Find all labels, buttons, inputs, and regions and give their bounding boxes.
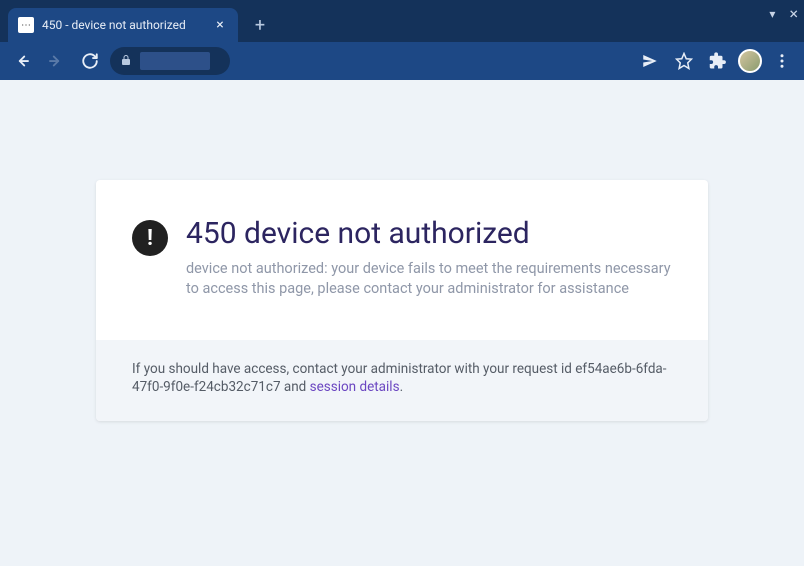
reload-button[interactable]	[76, 47, 104, 75]
close-tab-icon[interactable]: ×	[212, 17, 228, 33]
browser-titlebar: ⋯ 450 - device not authorized × + ▾ ×	[0, 0, 804, 42]
tab-title: 450 - device not authorized	[42, 18, 204, 32]
address-bar[interactable]	[110, 47, 230, 75]
menu-icon[interactable]	[768, 47, 796, 75]
browser-tab[interactable]: ⋯ 450 - device not authorized ×	[8, 8, 238, 42]
error-heading: 450 device not authorized	[186, 216, 672, 251]
error-body: ! 450 device not authorized device not a…	[96, 180, 708, 340]
bookmark-icon[interactable]	[670, 47, 698, 75]
error-icon: !	[132, 220, 168, 256]
session-details-link[interactable]: session details	[310, 379, 400, 395]
page-content: ! 450 device not authorized device not a…	[0, 80, 804, 566]
footer-suffix: .	[400, 379, 404, 395]
error-description: device not authorized: your device fails…	[186, 259, 672, 300]
back-button[interactable]	[8, 47, 36, 75]
new-tab-button[interactable]: +	[246, 11, 274, 39]
extensions-icon[interactable]	[704, 47, 732, 75]
window-minimize-icon[interactable]: ▾	[769, 7, 775, 21]
lock-icon	[120, 54, 132, 69]
profile-avatar[interactable]	[738, 49, 762, 73]
favicon-icon: ⋯	[18, 17, 34, 33]
window-close-icon[interactable]: ×	[789, 4, 798, 23]
browser-toolbar	[0, 42, 804, 80]
error-footer: If you should have access, contact your …	[96, 340, 708, 422]
url-input[interactable]	[140, 52, 210, 70]
forward-button[interactable]	[42, 47, 70, 75]
send-icon[interactable]	[636, 47, 664, 75]
error-card: ! 450 device not authorized device not a…	[96, 180, 708, 421]
